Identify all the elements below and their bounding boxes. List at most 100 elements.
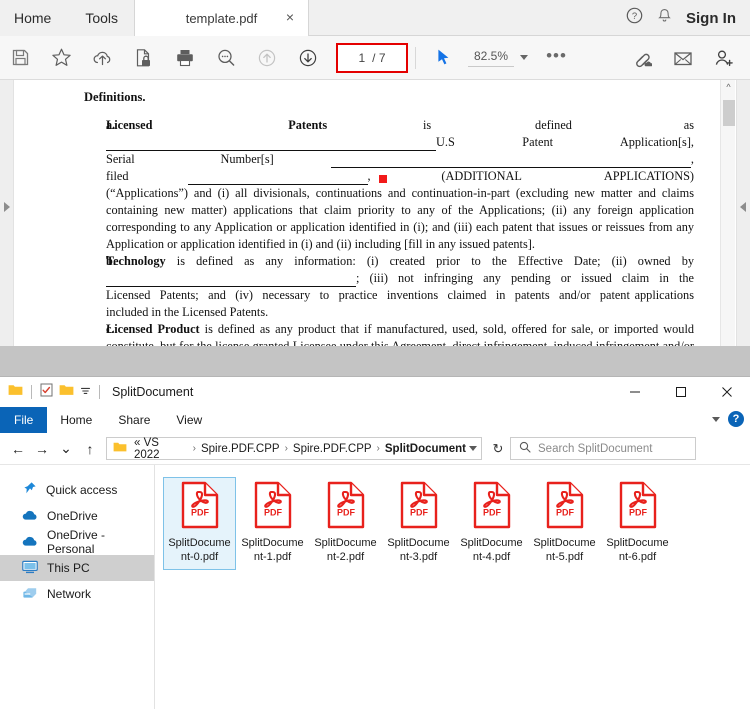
ribbon-tab-share[interactable]: Share (105, 407, 163, 433)
breadcrumb[interactable]: « VS 2022 › Spire.PDF.CPP › Spire.PDF.CP… (106, 437, 482, 461)
help-circle-icon[interactable]: ? (626, 7, 643, 29)
sign-in-button[interactable]: Sign In (686, 10, 736, 27)
file-name-label: SplitDocument-6.pdf (606, 537, 669, 563)
pdf-text-block: Definitions. a. Licensed Patents is defin… (14, 80, 720, 359)
sidebar-item-quick-access[interactable]: Quick access (0, 477, 154, 503)
right-pane-rail[interactable] (736, 80, 750, 359)
arrow-down-icon[interactable] (287, 36, 328, 80)
sidebar-item-this-pc[interactable]: This PC (0, 555, 154, 581)
monitor-icon (22, 560, 38, 577)
close-button[interactable] (704, 377, 750, 407)
up-button[interactable]: ↑ (78, 436, 102, 462)
back-button[interactable]: ← (6, 436, 30, 462)
document-tab-label: template.pdf (185, 10, 258, 26)
file-item[interactable]: PDF SplitDocument-6.pdf (601, 477, 674, 570)
pdf-file-icon: PDF (398, 481, 440, 534)
list-item-text: Licensed Patents is defined as U.S Patent… (106, 118, 695, 251)
acrobat-header-actions: ? Sign In (626, 0, 750, 36)
acrobat-window: Home Tools template.pdf × ? Sign In 1 / … (0, 0, 750, 360)
svg-text:PDF: PDF (410, 508, 429, 518)
pdf-file-icon: PDF (179, 481, 221, 534)
chevron-down-icon[interactable] (520, 55, 529, 60)
toolbar-divider (415, 46, 416, 69)
acrobat-tabbar: Home Tools template.pdf × ? Sign In (0, 0, 750, 36)
chevron-down-icon[interactable] (712, 416, 720, 422)
left-pane-rail[interactable] (0, 80, 14, 359)
ribbon-tab-home[interactable]: Home (47, 407, 105, 433)
svg-text:PDF: PDF (264, 508, 283, 518)
folder-icon (113, 440, 127, 458)
close-icon[interactable]: × (286, 10, 294, 24)
protect-document-icon[interactable] (123, 36, 164, 80)
customize-toolbar-icon[interactable] (80, 383, 91, 401)
page-current[interactable]: 1 (358, 51, 365, 65)
sidebar-item-network[interactable]: Network (0, 581, 154, 607)
bell-icon[interactable] (657, 8, 672, 29)
svg-text:PDF: PDF (483, 508, 502, 518)
sidebar-item-label: OneDrive - Personal (47, 528, 106, 556)
email-icon[interactable] (662, 36, 703, 80)
star-icon[interactable] (41, 36, 82, 80)
new-folder-icon[interactable] (59, 383, 74, 401)
ribbon-tab-view[interactable]: View (163, 407, 215, 433)
breadcrumb-item-3[interactable]: SplitDocument (382, 443, 469, 455)
document-tab[interactable]: template.pdf × (134, 0, 309, 36)
forward-button[interactable]: → (30, 436, 54, 462)
save-icon[interactable] (0, 36, 41, 80)
menu-home[interactable]: Home (0, 0, 70, 36)
search-icon[interactable] (205, 36, 246, 80)
file-item[interactable]: PDF SplitDocument-5.pdf (528, 477, 601, 570)
expand-left-pane-icon[interactable] (4, 202, 10, 212)
file-item[interactable]: PDF SplitDocument-0.pdf (163, 477, 236, 570)
file-list-pane[interactable]: PDF SplitDocument-0.pdf PDF SplitDocumen… (155, 465, 750, 709)
menu-tools[interactable]: Tools (69, 0, 135, 36)
expand-right-pane-icon[interactable] (740, 202, 746, 212)
folder-icon[interactable] (8, 383, 23, 401)
explorer-title: SplitDocument (112, 385, 194, 399)
maximize-button[interactable] (658, 377, 704, 407)
page-number-box[interactable]: 1 / 7 (336, 42, 408, 73)
list-item-marker: a. (106, 118, 116, 132)
scroll-up-icon[interactable]: ^ (721, 80, 736, 94)
scrollbar-thumb[interactable] (723, 100, 735, 126)
navigation-pane: Quick access OneDrive OneDrive - Personal T… (0, 465, 155, 709)
file-name-label: SplitDocument-4.pdf (460, 537, 523, 563)
help-question-icon[interactable]: ? (728, 411, 744, 427)
vertical-scrollbar[interactable]: ^ ˅ (720, 80, 735, 359)
sidebar-item-label: OneDrive (47, 509, 98, 523)
file-item[interactable]: PDF SplitDocument-2.pdf (309, 477, 382, 570)
svg-text:PDF: PDF (191, 508, 210, 518)
search-input[interactable]: Search SplitDocument (510, 437, 696, 460)
annotation-marker (379, 175, 387, 183)
breadcrumb-item-2[interactable]: Spire.PDF.CPP (290, 443, 375, 455)
print-icon[interactable] (164, 36, 205, 80)
page-total: / 7 (372, 50, 386, 65)
arrow-up-icon[interactable] (246, 36, 287, 80)
file-item[interactable]: PDF SplitDocument-4.pdf (455, 477, 528, 570)
file-explorer-window: SplitDocument File Home Share View ? ← →… (0, 376, 750, 711)
file-grid: PDF SplitDocument-0.pdf PDF SplitDocumen… (163, 477, 750, 570)
minimize-button[interactable] (612, 377, 658, 407)
chevron-down-icon[interactable] (469, 446, 478, 451)
sidebar-item-onedrive-personal[interactable]: OneDrive - Personal (0, 528, 154, 556)
acrobat-menubar: Home Tools (0, 0, 135, 36)
breadcrumb-item-1[interactable]: Spire.PDF.CPP (198, 443, 283, 455)
pdf-file-icon: PDF (544, 481, 586, 534)
cursor-arrow-icon[interactable] (423, 36, 464, 80)
file-item[interactable]: PDF SplitDocument-1.pdf (236, 477, 309, 570)
properties-icon[interactable] (40, 383, 53, 402)
recent-locations-button[interactable]: ⌄ (54, 436, 78, 462)
file-item[interactable]: PDF SplitDocument-3.pdf (382, 477, 455, 570)
zoom-level[interactable]: 82.5% (468, 48, 515, 67)
share-link-icon[interactable] (621, 36, 662, 80)
breadcrumb-item-0[interactable]: « VS 2022 (131, 437, 191, 461)
add-person-icon[interactable] (703, 36, 744, 80)
sidebar-item-onedrive[interactable]: OneDrive (0, 503, 154, 529)
ribbon-tab-file[interactable]: File (0, 407, 48, 433)
zoom-control[interactable]: 82.5% (468, 48, 529, 67)
cloud-upload-icon[interactable] (82, 36, 123, 80)
pdf-file-icon: PDF (471, 481, 513, 534)
refresh-button[interactable]: ↻ (486, 436, 510, 462)
svg-text:PDF: PDF (556, 508, 575, 518)
more-options-button[interactable]: ••• (536, 36, 577, 80)
